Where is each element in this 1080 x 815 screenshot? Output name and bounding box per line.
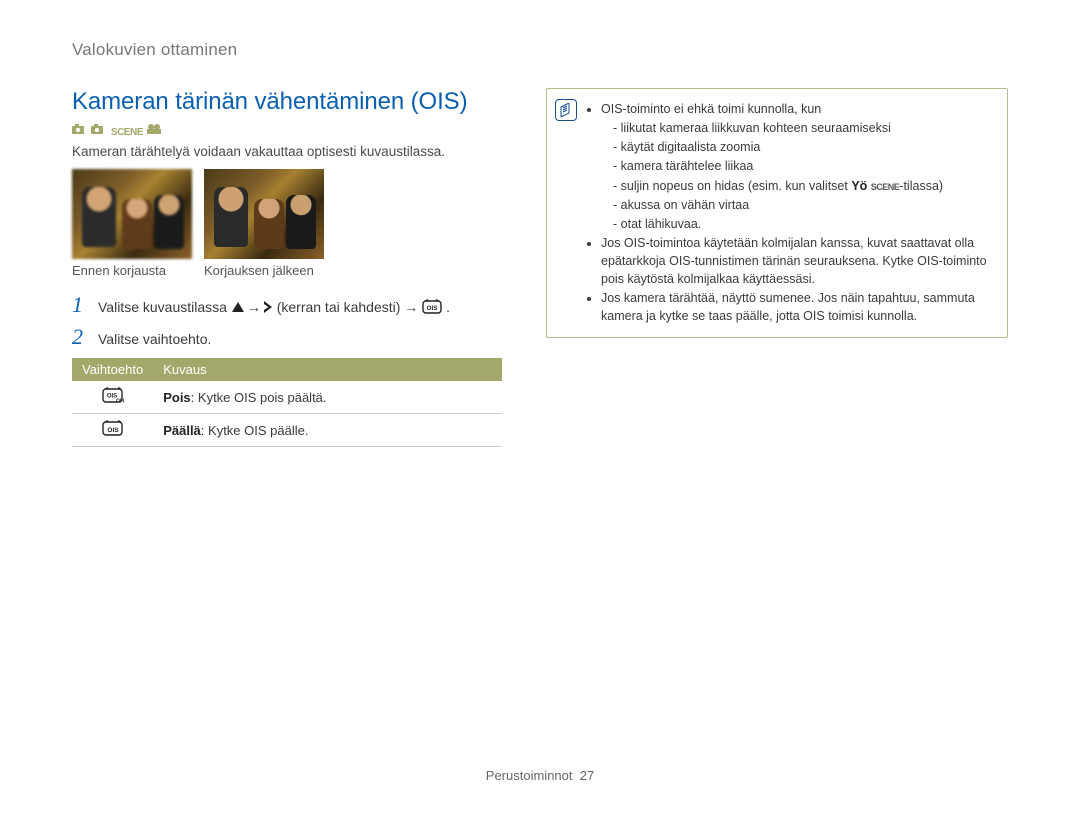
option-desc: : Kytke OIS päälle.	[201, 423, 309, 438]
page-title: Kameran tärinän vähentäminen (OIS)	[72, 88, 502, 116]
info-text: otat lähikuvaa.	[613, 215, 995, 233]
info-text: Jos kamera tärähtää, näyttö sumenee. Jos…	[601, 289, 995, 325]
step-text: Valitse kuvaustilassa	[98, 299, 231, 315]
info-text: OIS-toiminto ei ehkä toimi kunnolla, kun	[601, 102, 821, 116]
info-text: suljin nopeus on hidas (esim. kun valits…	[613, 177, 995, 195]
step-text: Valitse vaihtoehto.	[98, 329, 211, 350]
caption-before: Ennen korjausta	[72, 263, 192, 278]
info-text: liikutat kameraa liikkuvan kohteen seura…	[613, 119, 995, 137]
option-label: Päällä	[163, 423, 201, 438]
info-text: käytät digitaalista zoomia	[613, 138, 995, 156]
table-header: Vaihtoehto	[72, 358, 153, 381]
step-text: .	[442, 299, 450, 315]
mode-icons: SCENE	[72, 122, 502, 136]
breadcrumb: Valokuvien ottaminen	[72, 40, 1008, 60]
up-triangle-icon	[231, 301, 245, 315]
ois-off-icon: OISOFF	[102, 387, 124, 407]
photo-before	[72, 169, 192, 259]
option-desc: : Kytke OIS pois päältä.	[191, 390, 327, 405]
step-number: 1	[72, 294, 98, 316]
scene-icon: SCENE	[111, 128, 143, 138]
note-icon	[555, 99, 577, 121]
table-row: OIS Päällä: Kytke OIS päälle.	[72, 414, 502, 447]
arrow-icon: →	[247, 297, 261, 318]
caption-after: Korjauksen jälkeen	[204, 263, 324, 278]
movie-icon	[147, 124, 161, 137]
page-footer: Perustoiminnot 27	[0, 768, 1080, 783]
ois-icon: OIS	[422, 299, 442, 317]
info-text: Jos OIS-toimintoa käytetään kolmijalan k…	[601, 234, 995, 288]
step-2: 2 Valitse vaihtoehto.	[72, 326, 502, 350]
scene-icon: SCENE	[871, 183, 900, 192]
step-text: (kerran tai kahdesti) →	[273, 299, 422, 315]
svg-text:OIS: OIS	[107, 427, 119, 434]
option-label: Pois	[163, 390, 190, 405]
info-box: OIS-toiminto ei ehkä toimi kunnolla, kun…	[546, 88, 1008, 338]
table-row: OISOFF Pois: Kytke OIS pois päältä.	[72, 381, 502, 414]
photo-after	[204, 169, 324, 259]
info-text: kamera tärähtelee liikaa	[613, 157, 995, 175]
svg-text:OIS: OIS	[427, 305, 438, 312]
options-table: Vaihtoehto Kuvaus OISOFF Pois: Kytke OIS…	[72, 358, 502, 447]
step-number: 2	[72, 326, 98, 348]
ois-on-icon: OIS	[102, 420, 124, 440]
step-1: 1 Valitse kuvaustilassa → (kerran tai ka…	[72, 294, 502, 318]
svg-text:OFF: OFF	[116, 399, 124, 405]
camera-icon	[72, 124, 84, 137]
camera-icon	[91, 124, 103, 137]
info-text: akussa on vähän virtaa	[613, 196, 995, 214]
intro-text: Kameran tärähtelyä voidaan vakauttaa opt…	[72, 144, 502, 159]
table-header: Kuvaus	[153, 358, 502, 381]
right-chevron-icon	[263, 300, 273, 316]
